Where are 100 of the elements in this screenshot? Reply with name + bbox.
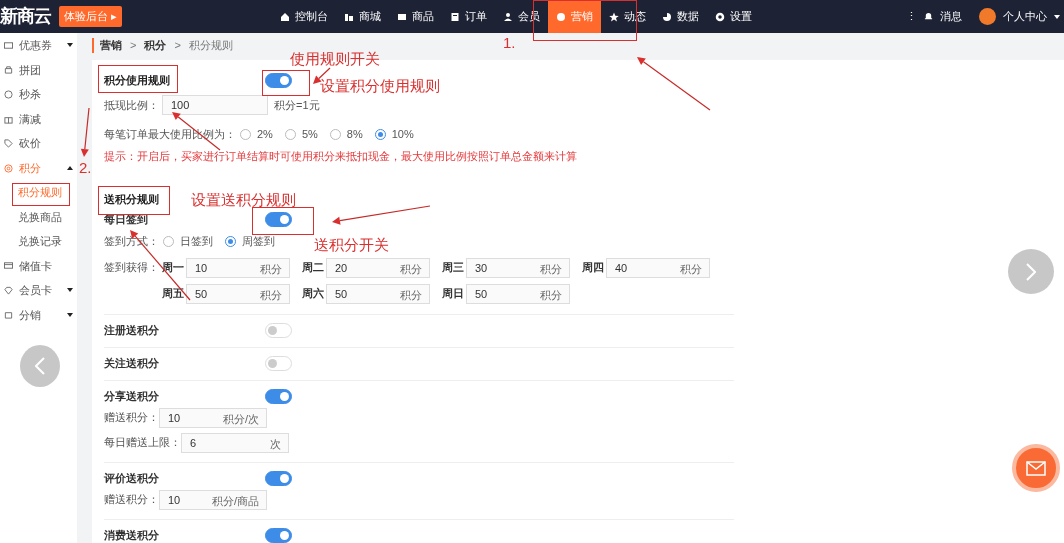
rule-title: 注册送积分: [104, 324, 159, 337]
nav-tab[interactable]: 商城: [336, 0, 390, 33]
toggle-switch[interactable]: [265, 471, 292, 486]
annotation-label: 2.: [79, 160, 92, 175]
sidebar-item[interactable]: 砍价: [0, 131, 77, 156]
option-label: 10%: [391, 126, 414, 142]
nav-tab[interactable]: 数据: [654, 0, 708, 33]
building-icon: [344, 11, 355, 22]
annotation-label: 设置送积分规则: [191, 192, 296, 207]
unit-label: 积分: [260, 261, 282, 277]
breadcrumb-separator: >: [130, 38, 137, 54]
unit-label: 积分/次: [222, 411, 259, 427]
day-label: 周日: [442, 286, 465, 302]
day-label: 周六: [302, 286, 325, 302]
breadcrumb-link[interactable]: 积分: [144, 37, 167, 54]
annotation-box: [252, 207, 314, 235]
radio-button[interactable]: [284, 128, 296, 140]
rule-title: 消费送积分: [104, 529, 159, 542]
annotation-label: 使用规则开关: [290, 51, 380, 66]
unit-label: 积分: [540, 287, 562, 303]
bell-icon: [924, 12, 933, 21]
toggle-switch[interactable]: [265, 212, 292, 227]
unit-label: 积分: [540, 261, 562, 277]
annotation-box: [12, 183, 70, 206]
sidebar-item[interactable]: 秒杀: [0, 82, 77, 107]
nav-tab[interactable]: 设置: [707, 0, 761, 33]
radio-button[interactable]: [374, 128, 386, 140]
unit-label: 积分: [680, 261, 702, 277]
coin-icon: [4, 163, 13, 173]
annotation-label: 设置积分使用规则: [320, 78, 440, 93]
day-label: 周二: [302, 260, 325, 276]
option-label: 日签到: [180, 234, 213, 250]
field-label: 赠送积分：: [104, 492, 159, 508]
toggle-switch[interactable]: [265, 72, 292, 88]
nav-tab[interactable]: 订单: [442, 0, 496, 33]
sidebar-item[interactable]: 拼团: [0, 57, 77, 83]
nav-tab[interactable]: 控制台: [272, 0, 337, 33]
clock-icon: [4, 90, 13, 99]
avatar[interactable]: [979, 8, 996, 25]
radio-button[interactable]: [240, 128, 251, 140]
submenu-item[interactable]: 兑换记录: [0, 229, 77, 254]
envelope-icon: [1026, 460, 1046, 476]
sidebar-item[interactable]: 会员卡: [0, 278, 77, 303]
star-icon: [609, 11, 620, 22]
sidebar-item[interactable]: 储值卡: [0, 253, 77, 279]
sidebar-item[interactable]: 分销: [0, 302, 77, 328]
breadcrumb-separator: >: [174, 38, 181, 54]
breadcrumb-current: 积分规则: [188, 38, 233, 54]
hint-text: 提示：开启后，买家进行订单结算时可使用积分来抵扣现金，最大使用比例按照订单总金额来计算: [104, 149, 577, 163]
field-label: 抵现比例：: [104, 97, 160, 113]
logo: 新商云: [0, 5, 51, 28]
field-label: 赠送积分：: [104, 410, 159, 426]
unit-label: 积分=1元: [274, 97, 320, 113]
diamond-icon: [4, 285, 13, 295]
field-label: 每日赠送上限：: [104, 435, 181, 451]
sidebar-item[interactable]: 满减: [0, 106, 77, 132]
breadcrumb-link[interactable]: 营销: [100, 37, 122, 54]
caret-icon: [1054, 14, 1060, 19]
rule-title: 评价送积分: [104, 472, 159, 485]
unit-label: 积分: [400, 261, 422, 277]
rule-title: 分享送积分: [104, 390, 159, 403]
more-menu-button[interactable]: ⋮: [906, 8, 917, 25]
toggle-switch[interactable]: [265, 528, 292, 543]
option-label: 5%: [301, 126, 318, 142]
annotation-box: [262, 70, 310, 96]
unit-label: 次: [270, 436, 281, 452]
gear-icon: [715, 11, 726, 22]
card-icon: [4, 261, 13, 271]
submenu-item[interactable]: 兑换商品: [0, 204, 77, 230]
messages-link[interactable]: 消息: [940, 8, 962, 25]
annotation-label: 送积分开关: [314, 237, 389, 252]
tag-icon: [4, 139, 13, 149]
option-label: 2%: [257, 126, 273, 142]
radio-button[interactable]: [329, 128, 341, 140]
radio-button[interactable]: [225, 236, 236, 247]
radio-button[interactable]: [163, 236, 174, 247]
day-label: 周三: [442, 260, 465, 276]
annotation-arrow: [80, 107, 90, 157]
day-label: 周五: [162, 286, 185, 302]
day-label: 周四: [582, 260, 605, 276]
clipboard-icon: [450, 11, 461, 22]
circle-icon: [556, 11, 567, 22]
envelope-icon: [397, 11, 408, 22]
sidebar-item[interactable]: 优惠券: [0, 33, 77, 58]
annotation-label: 1.: [503, 35, 516, 50]
option-label: 8%: [346, 126, 363, 142]
unit-label: 积分/商品: [211, 493, 259, 509]
option-label: 周签到: [242, 234, 275, 250]
toggle-switch[interactable]: [265, 389, 292, 404]
section-title: 积分使用规则: [104, 73, 170, 86]
input-field[interactable]: 100: [162, 95, 268, 115]
nav-tab[interactable]: 商品: [389, 0, 443, 33]
unit-label: 积分: [400, 287, 422, 303]
annotation-box: [98, 186, 170, 215]
home-icon: [280, 11, 291, 22]
rule-title: 关注送积分: [104, 357, 159, 370]
chevron-left-icon: [35, 357, 45, 375]
unit-label: 积分: [260, 287, 282, 303]
day-label: 周一: [162, 260, 185, 276]
account-link[interactable]: 个人中心: [1003, 8, 1047, 25]
